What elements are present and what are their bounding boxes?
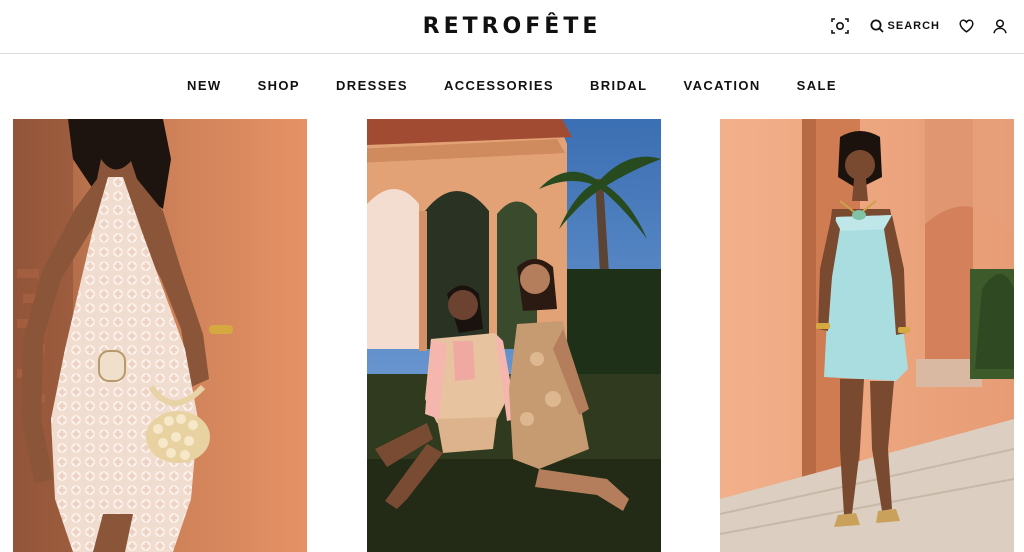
promo-image-knit-sets[interactable] — [367, 119, 661, 552]
camera-scan-icon — [830, 18, 849, 34]
promo-image-mint-dress[interactable] — [720, 119, 1014, 552]
nav-accessories[interactable]: ACCESSORIES — [444, 78, 554, 93]
nav-shop[interactable]: SHOP — [258, 78, 300, 93]
knit-sets-photo — [367, 119, 661, 552]
nav-dresses[interactable]: DRESSES — [336, 78, 408, 93]
search-label: SEARCH — [887, 20, 940, 32]
heart-icon — [958, 19, 974, 33]
promo-image-lace-dress[interactable] — [13, 119, 307, 552]
nav-sale[interactable]: SALE — [797, 78, 837, 93]
nav-bridal[interactable]: BRIDAL — [590, 78, 648, 93]
header-actions: SEARCH — [828, 14, 1012, 38]
search-icon — [870, 19, 884, 33]
user-icon — [993, 18, 1007, 33]
wishlist-button[interactable] — [954, 14, 978, 38]
visual-search-button[interactable] — [828, 14, 852, 38]
nav-new[interactable]: NEW — [187, 78, 222, 93]
account-button[interactable] — [988, 14, 1012, 38]
nav-vacation[interactable]: VACATION — [684, 78, 761, 93]
site-header: RETROFÊTE SEARCH — [0, 0, 1024, 54]
mint-dress-photo — [720, 119, 1014, 552]
brand-logo-text[interactable]: RETROFÊTE — [423, 14, 602, 39]
main-nav: NEW SHOP DRESSES ACCESSORIES BRIDAL VACA… — [0, 54, 1024, 116]
search-button[interactable]: SEARCH — [870, 19, 940, 33]
lace-dress-photo — [13, 119, 307, 552]
